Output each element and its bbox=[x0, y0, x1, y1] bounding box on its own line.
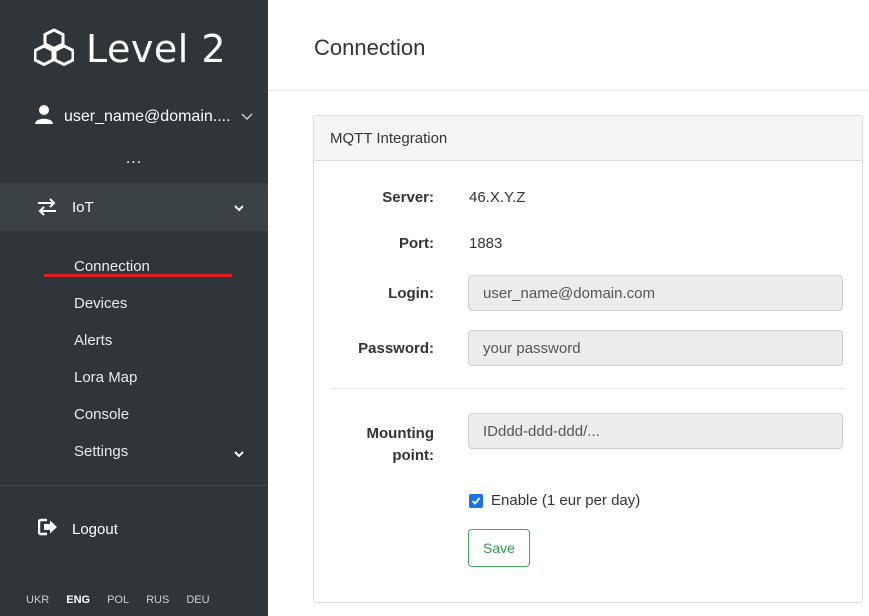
chevron-down-icon bbox=[234, 199, 244, 217]
lang-ukr[interactable]: UKR bbox=[26, 594, 49, 606]
brand-name: Level 2 bbox=[86, 27, 227, 71]
lang-eng[interactable]: ENG bbox=[66, 594, 90, 606]
mounting-label-line2: point: bbox=[392, 447, 434, 464]
nav-item-connection[interactable]: Connection bbox=[0, 248, 268, 285]
logout-label: Logout bbox=[72, 520, 118, 538]
page-title: Connection bbox=[314, 35, 426, 60]
nav-item-label: Lora Map bbox=[74, 369, 138, 386]
lang-rus[interactable]: RUS bbox=[146, 594, 169, 606]
login-field[interactable]: user_name@domain.com bbox=[468, 275, 843, 311]
password-label: Password: bbox=[358, 340, 434, 357]
active-indicator bbox=[44, 274, 232, 277]
save-button[interactable]: Save bbox=[468, 529, 530, 567]
language-switcher: UKR ENG POL RUS DEU bbox=[26, 594, 227, 606]
nav-submenu: Connection Devices Alerts Lora Map Conso… bbox=[0, 248, 268, 470]
nav-item-label: Connection bbox=[74, 258, 150, 275]
lang-pol[interactable]: POL bbox=[107, 594, 129, 606]
nav-item-alerts[interactable]: Alerts bbox=[0, 322, 268, 359]
login-label: Login: bbox=[388, 285, 434, 302]
logout-icon bbox=[37, 518, 58, 540]
user-more[interactable]: ... bbox=[0, 150, 268, 168]
password-field[interactable]: your password bbox=[468, 330, 843, 366]
nav-section-label: IoT bbox=[72, 198, 94, 216]
sidebar: Level 2 user_name@domain.... ... IoT Con… bbox=[0, 0, 268, 616]
header-divider bbox=[268, 90, 869, 91]
sidebar-divider bbox=[0, 485, 268, 486]
user-menu[interactable]: user_name@domain.... bbox=[34, 104, 253, 129]
nav-section-iot[interactable]: IoT bbox=[0, 183, 268, 231]
nav-item-label: Console bbox=[74, 406, 130, 423]
enable-label: Enable (1 eur per day) bbox=[491, 492, 641, 509]
card-divider bbox=[331, 388, 845, 389]
port-value: 1883 bbox=[469, 235, 503, 252]
mounting-label-line1: Mounting bbox=[366, 425, 434, 442]
nav-item-label: Devices bbox=[74, 295, 128, 312]
enable-checkbox[interactable] bbox=[469, 493, 483, 508]
nav-item-console[interactable]: Console bbox=[0, 396, 268, 433]
server-label: Server: bbox=[382, 189, 434, 206]
transfer-icon bbox=[36, 197, 60, 217]
user-icon bbox=[34, 104, 54, 129]
enable-option[interactable]: Enable (1 eur per day) bbox=[469, 492, 640, 509]
lang-deu[interactable]: DEU bbox=[186, 594, 209, 606]
port-label: Port: bbox=[399, 235, 434, 252]
chevron-down-icon bbox=[234, 445, 244, 462]
user-name: user_name@domain.... bbox=[64, 107, 231, 125]
mounting-label: Mounting point: bbox=[367, 423, 434, 467]
server-value: 46.X.Y.Z bbox=[469, 189, 526, 206]
nav-item-devices[interactable]: Devices bbox=[0, 285, 268, 322]
brand-logo[interactable]: Level 2 bbox=[33, 24, 227, 74]
logout-button[interactable]: Logout bbox=[37, 518, 118, 540]
cubes-icon bbox=[33, 28, 75, 71]
card-title: MQTT Integration bbox=[314, 116, 862, 161]
mounting-point-field[interactable]: IDddd-ddd-ddd/... bbox=[468, 413, 843, 449]
nav-item-label: Alerts bbox=[74, 332, 113, 349]
mqtt-card: MQTT Integration Server: 46.X.Y.Z Port: … bbox=[313, 115, 863, 603]
nav-item-settings[interactable]: Settings bbox=[0, 433, 268, 470]
chevron-down-icon bbox=[241, 108, 253, 126]
nav-item-label: Settings bbox=[74, 443, 129, 460]
nav-item-lora-map[interactable]: Lora Map bbox=[0, 359, 268, 396]
